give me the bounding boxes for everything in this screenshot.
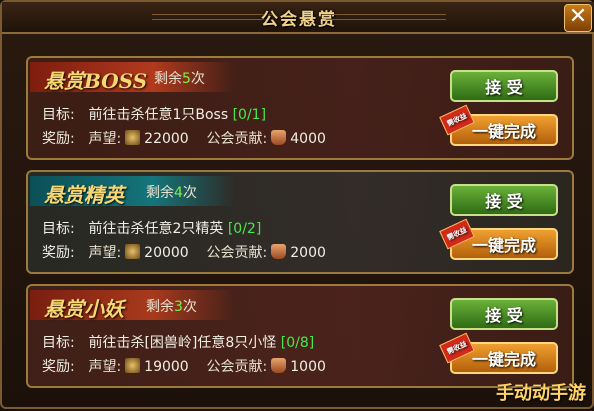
progress: [0/8] [280,335,315,351]
complete-button[interactable]: 需收益 一键完成 [439,218,558,260]
contribution-value: 1000 [290,359,326,375]
remaining-count: 剩余3次 [146,299,197,315]
window-title: 公会悬赏 [261,10,337,30]
contribution-value: 2000 [290,245,326,261]
reward-line: 奖励: 声望: 20000 公会贡献: 2000 [42,244,326,261]
contribution-icon [271,244,287,259]
bounty-card-elite: 悬赏精英 剩余4次 目标: 前往击杀任意2只精英 [0/2] 奖励: 声望: 20… [26,170,574,274]
complete-tag: 需收益 [439,332,475,364]
reputation-value: 19000 [144,359,189,375]
contribution-icon [271,358,287,373]
bounty-name: 悬赏小妖 [44,297,124,321]
reputation-icon [125,130,141,145]
accept-button[interactable]: 接 受 [450,70,558,102]
reputation-icon [125,244,141,259]
target-text: 前往击杀任意2只精英 [88,221,224,237]
accept-button[interactable]: 接 受 [450,184,558,216]
close-icon: ✕ [568,4,588,29]
bounty-card-minion: 悬赏小妖 剩余3次 目标: 前往击杀[困兽岭]任意8只小怪 [0/8] 奖励: … [26,284,574,388]
remaining-count: 剩余4次 [146,185,197,201]
complete-button[interactable]: 需收益 一键完成 [439,332,558,374]
reputation-icon [125,358,141,373]
progress: [0/1] [232,107,267,123]
reputation-value: 22000 [144,131,189,147]
target-line: 目标: 前往击杀任意2只精英 [0/2] [42,221,262,237]
accept-button[interactable]: 接 受 [450,298,558,330]
watermark: 手动动手游 [496,383,586,404]
target-text: 前往击杀[困兽岭]任意8只小怪 [88,335,277,351]
title-ornament-right [326,14,446,20]
title-bar: 公会悬赏 ✕ [2,2,594,34]
contribution-value: 4000 [290,131,326,147]
bounty-list: 悬赏BOSS 剩余5次 目标: 前往击杀任意1只Boss [0/1] 奖励: 声… [12,38,586,411]
bounty-banner: 悬赏精英 [30,176,235,207]
bounty-window: 公会悬赏 ✕ 悬赏BOSS 剩余5次 目标: 前往击杀任意1只Boss [0/1… [0,0,594,409]
bounty-name: 悬赏精英 [44,183,124,207]
bounty-banner: 悬赏小妖 [30,290,235,321]
complete-tag: 需收益 [439,218,475,250]
target-text: 前往击杀任意1只Boss [88,107,229,123]
bounty-card-boss: 悬赏BOSS 剩余5次 目标: 前往击杀任意1只Boss [0/1] 奖励: 声… [26,56,574,160]
bounty-name: 悬赏BOSS [44,69,148,93]
target-line: 目标: 前往击杀[困兽岭]任意8只小怪 [0/8] [42,335,315,351]
reward-line: 奖励: 声望: 19000 公会贡献: 1000 [42,358,326,375]
reward-line: 奖励: 声望: 22000 公会贡献: 4000 [42,130,326,147]
target-line: 目标: 前往击杀任意1只Boss [0/1] [42,107,267,123]
contribution-icon [271,130,287,145]
complete-button[interactable]: 需收益 一键完成 [439,104,558,146]
close-button[interactable]: ✕ [564,4,592,32]
complete-tag: 需收益 [439,104,475,136]
reputation-value: 20000 [144,245,189,261]
progress: [0/2] [227,221,262,237]
remaining-count: 剩余5次 [154,71,205,87]
